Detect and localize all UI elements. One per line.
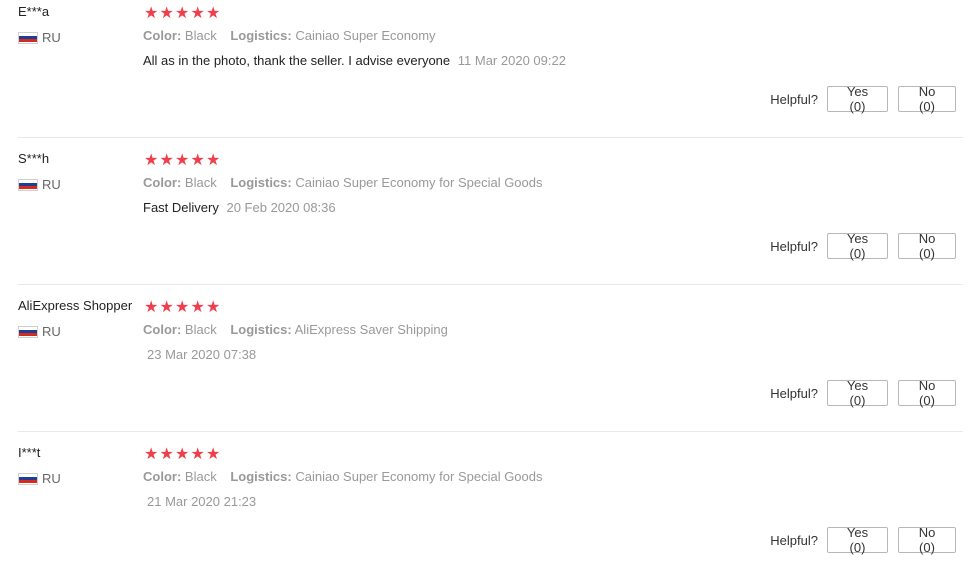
review-feedback: 21 Mar 2020 21:23 [143,494,256,509]
helpful-yes-button[interactable]: Yes (0) [827,525,888,555]
helpful-label: Helpful? [770,385,818,401]
review-feedback: All as in the photo, thank the seller. I… [143,53,566,68]
helpful-yes-button[interactable]: Yes (0) [827,231,888,261]
star-icon: ★ [144,150,159,169]
country-code: RU [42,177,61,192]
helpful-vote: Helpful? Yes (0) No (0) [770,378,956,408]
color-label: Color: [143,175,182,190]
star-rating: ★ ★ ★ ★ ★ [144,4,222,22]
star-icon: ★ [190,444,205,463]
star-rating: ★ ★ ★ ★ ★ [144,445,222,463]
logistics-label: Logistics: [230,175,292,190]
review-divider [18,137,963,138]
order-attributes: Color: Black Logistics: AliExpress Saver… [143,322,458,337]
country-code: RU [42,30,61,45]
russia-flag-icon [18,178,38,191]
logistics-label: Logistics: [230,322,292,337]
color-value: Black [184,322,217,337]
star-icon: ★ [175,3,190,22]
logistics-value: AliExpress Saver Shipping [294,322,448,337]
star-icon: ★ [206,150,221,169]
country-code: RU [42,471,61,486]
star-icon: ★ [190,150,205,169]
color-value: Black [184,469,217,484]
review-feedback: Fast Delivery 20 Feb 2020 08:36 [143,200,336,215]
order-attributes: Color: Black Logistics: Cainiao Super Ec… [143,175,553,190]
review-item: AliExpress Shopper RU ★ ★ ★ ★ ★ Color: B… [0,294,976,441]
helpful-no-button[interactable]: No (0) [898,378,956,408]
color-label: Color: [143,322,182,337]
color-value: Black [184,175,217,190]
helpful-no-button[interactable]: No (0) [898,525,956,555]
color-label: Color: [143,28,182,43]
star-icon: ★ [159,150,174,169]
star-rating: ★ ★ ★ ★ ★ [144,298,222,316]
order-attributes: Color: Black Logistics: Cainiao Super Ec… [143,28,446,43]
helpful-no-button[interactable]: No (0) [898,231,956,261]
star-icon: ★ [206,444,221,463]
russia-flag-icon [18,472,38,485]
reviewer-country: RU [18,30,61,45]
logistics-label: Logistics: [230,28,292,43]
star-icon: ★ [144,297,159,316]
logistics-value: Cainiao Super Economy [295,28,436,43]
star-icon: ★ [190,3,205,22]
star-icon: ★ [159,444,174,463]
review-item: S***h RU ★ ★ ★ ★ ★ Color: Black Logistic… [0,147,976,294]
helpful-no-button[interactable]: No (0) [898,84,956,114]
review-date: 23 Mar 2020 07:38 [147,347,257,362]
color-value: Black [184,28,217,43]
helpful-vote: Helpful? Yes (0) No (0) [770,84,956,114]
helpful-label: Helpful? [770,238,818,254]
reviewer-country: RU [18,177,61,192]
logistics-label: Logistics: [230,469,292,484]
country-code: RU [42,324,61,339]
star-icon: ★ [175,150,190,169]
review-text: Fast Delivery [143,200,219,215]
reviewer-name: E***a [18,4,50,19]
logistics-value: Cainiao Super Economy for Special Goods [295,175,543,190]
review-item: I***t RU ★ ★ ★ ★ ★ Color: Black Logistic… [0,441,976,588]
review-divider [18,284,963,285]
order-attributes: Color: Black Logistics: Cainiao Super Ec… [143,469,553,484]
star-rating: ★ ★ ★ ★ ★ [144,151,222,169]
review-list: E***a RU ★ ★ ★ ★ ★ Color: Black Logistic… [0,0,976,563]
review-date: 11 Mar 2020 09:22 [457,53,566,68]
logistics-value: Cainiao Super Economy for Special Goods [295,469,543,484]
star-icon: ★ [144,444,159,463]
reviewer-name: AliExpress Shopper [18,298,133,313]
reviewer-name: I***t [18,445,41,460]
star-icon: ★ [175,444,190,463]
star-icon: ★ [206,297,221,316]
star-icon: ★ [159,297,174,316]
helpful-yes-button[interactable]: Yes (0) [827,378,888,408]
russia-flag-icon [18,31,38,44]
star-icon: ★ [144,3,159,22]
star-icon: ★ [175,297,190,316]
star-icon: ★ [206,3,221,22]
helpful-vote: Helpful? Yes (0) No (0) [770,231,956,261]
reviewer-name: S***h [18,151,50,166]
helpful-label: Helpful? [770,91,818,107]
review-divider [18,431,963,432]
review-date: 21 Mar 2020 21:23 [147,494,257,509]
helpful-yes-button[interactable]: Yes (0) [827,84,888,114]
color-label: Color: [143,469,182,484]
review-item: E***a RU ★ ★ ★ ★ ★ Color: Black Logistic… [0,0,976,147]
reviewer-country: RU [18,471,61,486]
helpful-label: Helpful? [770,532,818,548]
review-date: 20 Feb 2020 08:36 [226,200,336,215]
reviewer-country: RU [18,324,61,339]
review-text: All as in the photo, thank the seller. I… [143,53,451,68]
russia-flag-icon [18,325,38,338]
star-icon: ★ [190,297,205,316]
helpful-vote: Helpful? Yes (0) No (0) [770,525,956,555]
star-icon: ★ [159,3,174,22]
review-feedback: 23 Mar 2020 07:38 [143,347,256,362]
